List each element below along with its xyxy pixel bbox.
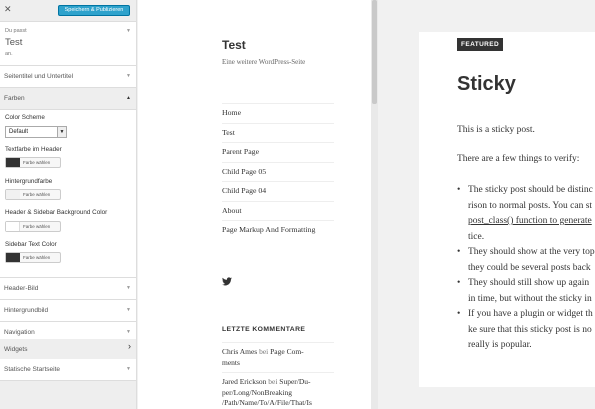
section-label: Statische Startseite (4, 366, 60, 373)
post-paragraph: There are a few things to verify: (457, 154, 580, 164)
color-scheme-select[interactable]: Default ▼ (5, 126, 67, 138)
chevron-down-icon: ▼ (126, 366, 131, 372)
customizer-header: ✕ Speichern & Publizieren (0, 0, 136, 22)
bullet-line: ke sure that this sticky post is no (468, 324, 592, 335)
bullet-line: • They should show at the very top (457, 245, 595, 261)
post-title[interactable]: Sticky (457, 73, 516, 96)
menu-item-child-page-04[interactable]: Child Page 04 (222, 181, 334, 201)
comment-by: bei (259, 347, 269, 356)
bullet-dot: • (457, 309, 461, 319)
customizer-panel: ✕ Speichern & Publizieren Du passt Test … (0, 0, 137, 409)
theme-info-prefix: Du passt (5, 28, 27, 34)
site-description: Eine weitere WordPress-Seite (222, 58, 306, 66)
comment-post-link[interactable]: Super/Du- (279, 377, 310, 386)
chevron-right-icon: › (128, 341, 131, 351)
post-class-link[interactable]: post_class() function to generate (468, 214, 592, 230)
chevron-down-icon: ▼ (126, 73, 131, 79)
choose-color-label: Farbe wählen (23, 224, 51, 229)
sidebar-text-color-label: Sidebar Text Color (5, 241, 57, 248)
header-text-color-button[interactable]: Farbe wählen (5, 157, 61, 168)
menu-item-test[interactable]: Test (222, 122, 334, 143)
header-sidebar-bg-color-button[interactable]: Farbe wählen (5, 221, 61, 232)
site-sidebar: Test Eine weitere WordPress-Seite Home T… (138, 0, 371, 409)
background-color-button[interactable]: Farbe wählen (5, 189, 61, 200)
section-label: Seitentitel und Untertitel (4, 73, 74, 80)
bullet-dot: • (457, 185, 461, 195)
comment-post-link[interactable]: ments (222, 358, 240, 367)
chevron-down-icon: ▼ (126, 307, 131, 313)
theme-info-suffix: an. (5, 51, 13, 57)
bullet-dot: • (457, 278, 461, 288)
bullet-dot: • (457, 247, 461, 257)
chevron-up-icon: ▲ (126, 95, 131, 101)
bullet-line: in time, but without the sticky in (468, 293, 592, 304)
section-hintergrundbild[interactable]: Hintergrundbild ▼ (0, 300, 136, 322)
theme-info[interactable]: Du passt Test an. ▼ (0, 22, 136, 66)
post-paragraph: This is a sticky post. (457, 125, 535, 135)
bullet-line: • The sticky post should be distinc (457, 183, 593, 199)
comment-item: Jared Erickson bei Super/Du- per/Long/No… (222, 372, 334, 409)
choose-color-label: Farbe wählen (23, 192, 51, 197)
comment-post-link[interactable]: per/Long/NonBreaking (222, 388, 292, 397)
comment-item: Chris Ames bei Page Com- ments (222, 342, 334, 368)
bullet-line: • If you have a plugin or widget th (457, 307, 593, 323)
section-farben[interactable]: Farben ▲ (0, 88, 136, 110)
header-sidebar-bg-color-label: Header & Sidebar Background Color (5, 209, 108, 216)
color-scheme-value: Default (9, 129, 29, 135)
bullet-line: • They should still show up again (457, 276, 589, 292)
bullet-line: they could be several posts back (468, 262, 591, 273)
section-label: Header-Bild (4, 285, 39, 292)
menu-item-child-page-05[interactable]: Child Page 05 (222, 161, 334, 182)
choose-color-label: Farbe wählen (23, 255, 51, 260)
section-header-bild[interactable]: Header-Bild ▼ (0, 278, 136, 300)
chevron-down-icon: ▼ (126, 285, 131, 291)
featured-badge: FEATURED (457, 38, 504, 51)
bullet-line: rison to normal posts. You can st (468, 200, 593, 211)
farben-controls: Color Scheme Default ▼ Textfarbe im Head… (0, 110, 136, 278)
menu-item-about[interactable]: About (222, 200, 334, 221)
post-card: FEATURED Sticky This is a sticky post. T… (419, 32, 595, 387)
comment-author[interactable]: Jared Erickson (222, 377, 266, 386)
color-swatch (6, 158, 20, 167)
background-color-label: Hintergrundfarbe (5, 178, 53, 185)
close-icon[interactable]: ✕ (4, 5, 14, 16)
site-preview: Test Eine weitere WordPress-Seite Home T… (138, 0, 595, 409)
save-publish-button[interactable]: Speichern & Publizieren (58, 5, 130, 16)
theme-name: Test (5, 37, 23, 48)
section-widgets[interactable]: Widgets › (0, 339, 136, 361)
twitter-icon[interactable] (222, 277, 232, 286)
section-label: Hintergrundbild (4, 307, 49, 314)
sidebar-text-color-button[interactable]: Farbe wählen (5, 252, 61, 263)
choose-color-label: Farbe wählen (23, 160, 51, 165)
color-swatch (6, 222, 20, 231)
chevron-down-icon: ▼ (126, 329, 131, 335)
comment-author[interactable]: Chris Ames (222, 347, 257, 356)
menu-item-parent-page[interactable]: Parent Page (222, 142, 334, 162)
section-label: Navigation (4, 329, 35, 336)
section-label: Farben (4, 95, 25, 102)
comment-post-link[interactable]: Page Com- (270, 347, 304, 356)
section-statische-startseite[interactable]: Statische Startseite ▼ (0, 359, 136, 381)
bullet-line: tice. (468, 231, 485, 242)
menu-item-home[interactable]: Home (222, 103, 334, 123)
color-swatch (6, 190, 20, 199)
section-site-title[interactable]: Seitentitel und Untertitel ▼ (0, 66, 136, 88)
color-scheme-label: Color Scheme (5, 114, 45, 121)
comment-post-link[interactable]: /Path/Name/To/A/File/That/Is (222, 398, 312, 407)
site-title[interactable]: Test (222, 38, 246, 52)
scrollbar-thumb[interactable] (372, 0, 377, 104)
chevron-down-icon: ▼ (57, 127, 66, 137)
chevron-down-icon: ▼ (126, 28, 131, 34)
recent-comments-title: LETZTE KOMMENTARE (222, 326, 306, 333)
header-text-color-label: Textfarbe im Header (5, 146, 62, 153)
section-label: Widgets (4, 346, 28, 353)
menu-item-page-markup[interactable]: Page Markup And Formatting (222, 220, 334, 240)
comment-by: bei (268, 377, 278, 386)
color-swatch (6, 253, 20, 262)
bullet-line: really is popular. (468, 340, 532, 350)
